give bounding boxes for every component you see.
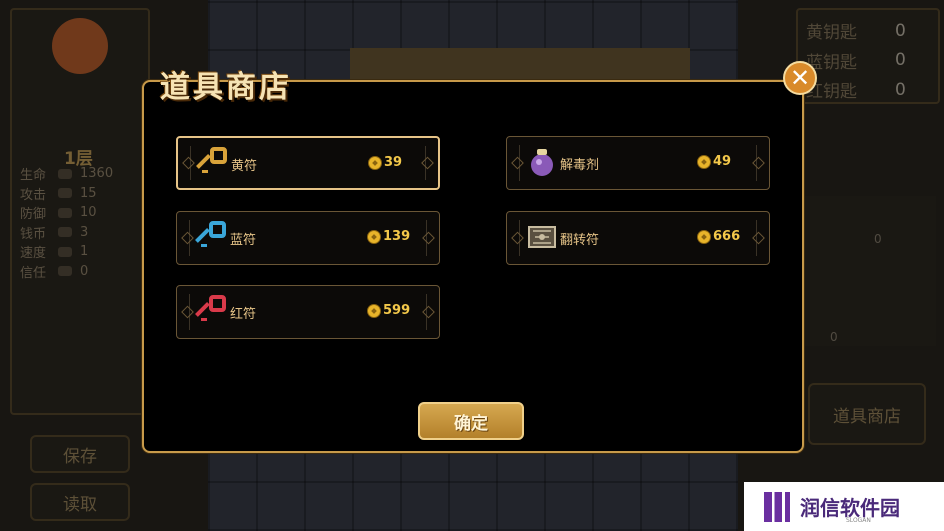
item-name: 红符 [230,307,257,322]
item-frame-ornament [422,231,435,245]
antidote-potion-icon [531,149,553,176]
shop-item[interactable]: 蓝符 139 [176,211,440,265]
item-frame-ornament [752,231,765,245]
price-value: 39 [384,155,403,170]
coin-icon [368,155,382,170]
confirm-button[interactable]: 确定 [418,402,524,440]
item-name: 黄符 [231,159,258,174]
item-frame-ornament [511,156,524,170]
shop-item[interactable]: 翻转符 666 [506,211,770,265]
shop-item[interactable]: 红符 599 [176,285,440,339]
item-frame-ornament [511,231,524,245]
item-frame-ornament [421,156,434,170]
coin-icon [367,303,381,318]
flip-tile-icon [528,226,556,248]
item-price: 49 [697,154,731,169]
price-value: 599 [383,303,411,318]
price-value: 49 [713,154,732,169]
coin-icon [697,229,711,244]
item-name: 翻转符 [560,233,600,248]
red-key-icon [195,295,226,321]
shop-item[interactable]: 黄符 39 [176,136,440,190]
item-price: 599 [367,303,410,318]
coin-icon [367,229,381,244]
item-price: 139 [367,229,410,244]
price-value: 666 [713,229,741,244]
watermark: 润信软件园 SLOGAN [744,482,944,531]
item-frame-ornament [422,305,435,319]
watermark-logo-icon [764,491,790,522]
item-frame-ornament [752,156,765,170]
yellow-key-icon [196,147,227,173]
blue-key-icon [195,221,226,247]
item-frame-ornament [182,156,195,170]
shop-item[interactable]: 解毒剂 49 [506,136,770,190]
close-icon: ✕ [789,64,811,92]
shop-dialog: 黄符 39 蓝符 139 红符 599 解毒剂 49 翻转符 666 [142,80,804,453]
price-value: 139 [383,229,411,244]
item-price: 39 [368,155,402,170]
watermark-slogan: SLOGAN [846,517,871,524]
item-frame-ornament [181,305,194,319]
item-price: 666 [697,229,740,244]
coin-icon [697,154,711,169]
dialog-title: 道具商店 [160,70,292,105]
close-button[interactable]: ✕ [783,61,817,95]
item-name: 解毒剂 [560,158,600,173]
item-frame-ornament [181,231,194,245]
item-name: 蓝符 [230,233,257,248]
